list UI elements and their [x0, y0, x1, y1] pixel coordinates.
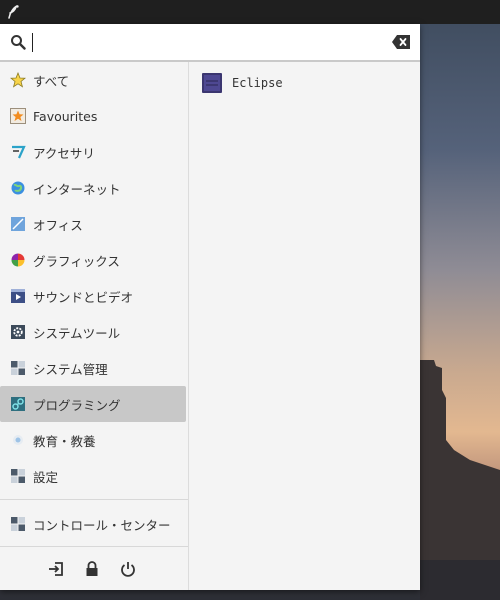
category-label: グラフィックス	[33, 253, 120, 269]
internet-icon	[11, 181, 25, 195]
category-label: オフィス	[33, 217, 83, 233]
category-label: アクセサリ	[33, 145, 95, 161]
category-label: システム管理	[33, 361, 108, 377]
control-center-label: コントロール・センター	[33, 517, 171, 533]
app-item-eclipse[interactable]: Eclipse	[189, 66, 420, 100]
lock-icon[interactable]	[83, 560, 101, 578]
search-input[interactable]	[36, 30, 376, 54]
category-settings[interactable]: 設定	[0, 458, 186, 494]
divider	[0, 546, 188, 547]
eclipse-icon	[202, 73, 222, 93]
top-panel	[0, 0, 500, 24]
system-admin-icon	[11, 361, 25, 375]
system-tools-icon	[11, 325, 25, 339]
category-internet[interactable]: インターネット	[0, 170, 186, 206]
category-sound-video[interactable]: サウンドとビデオ	[0, 278, 186, 314]
control-center-item[interactable]: コントロール・センター	[0, 506, 186, 542]
category-favourites[interactable]: Favourites	[0, 98, 186, 134]
category-label: インターネット	[33, 181, 121, 197]
wallpaper-rock-formation	[420, 360, 500, 600]
category-label: プログラミング	[33, 397, 121, 413]
control-center-icon	[11, 517, 25, 531]
logout-icon[interactable]	[47, 560, 65, 578]
divider	[0, 499, 188, 500]
category-label: サウンドとビデオ	[33, 289, 134, 305]
category-label: 教育・教養	[33, 433, 96, 449]
category-system-tools[interactable]: システムツール	[0, 314, 186, 350]
graphics-icon	[11, 253, 25, 267]
text-cursor	[32, 33, 33, 52]
category-education[interactable]: 教育・教養	[0, 422, 186, 458]
accessories-icon	[12, 145, 26, 159]
search-bar	[0, 24, 420, 62]
settings-icon	[11, 469, 25, 483]
category-sidebar: すべて Favourites アクセサリ インターネット オフィス グラフィック…	[0, 62, 189, 590]
favourites-icon	[10, 108, 26, 124]
category-all[interactable]: すべて	[0, 62, 186, 98]
education-icon	[13, 435, 23, 445]
category-graphics[interactable]: グラフィックス	[0, 242, 186, 278]
category-programming[interactable]: プログラミング	[0, 386, 186, 422]
category-label: すべて	[33, 73, 70, 89]
category-system-admin[interactable]: システム管理	[0, 350, 186, 386]
application-list: Eclipse	[189, 62, 420, 590]
category-label: Favourites	[33, 108, 98, 124]
clear-search-icon[interactable]	[392, 35, 410, 49]
star-icon	[10, 72, 26, 88]
app-label: Eclipse	[232, 76, 283, 90]
programming-icon	[11, 397, 25, 411]
application-menu: すべて Favourites アクセサリ インターネット オフィス グラフィック…	[0, 24, 420, 590]
power-icon[interactable]	[119, 560, 137, 578]
multimedia-icon	[11, 289, 25, 303]
session-actions	[0, 548, 188, 590]
app-menu-logo-icon[interactable]	[0, 0, 26, 24]
category-accessories[interactable]: アクセサリ	[0, 134, 186, 170]
search-icon	[11, 35, 26, 50]
category-label: 設定	[33, 469, 59, 485]
category-office[interactable]: オフィス	[0, 206, 186, 242]
office-icon	[11, 217, 25, 231]
category-label: システムツール	[33, 325, 121, 341]
